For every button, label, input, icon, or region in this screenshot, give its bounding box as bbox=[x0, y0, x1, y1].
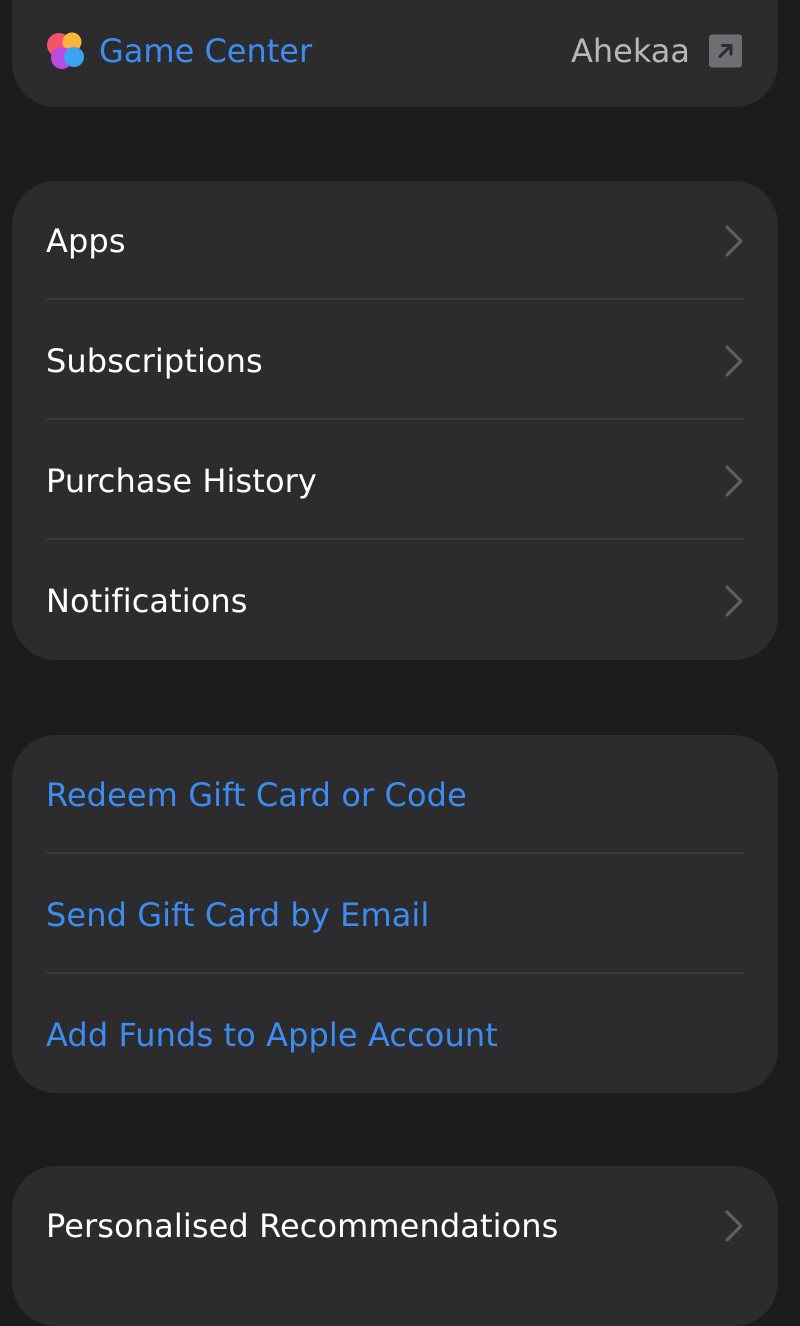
preferences-card: Personalised Recommendations bbox=[12, 1166, 778, 1326]
notifications-row[interactable]: Notifications bbox=[46, 541, 744, 660]
personalised-recommendations-row[interactable]: Personalised Recommendations bbox=[46, 1166, 744, 1286]
send-gift-card-label: Send Gift Card by Email bbox=[46, 896, 430, 934]
add-funds-button[interactable]: Add Funds to Apple Account bbox=[46, 975, 744, 1093]
chevron-right-icon bbox=[725, 1210, 743, 1242]
apps-label: Apps bbox=[46, 222, 126, 260]
subscriptions-row[interactable]: Subscriptions bbox=[46, 301, 744, 421]
divider bbox=[46, 972, 744, 974]
personalised-recommendations-label: Personalised Recommendations bbox=[46, 1207, 559, 1245]
game-center-card: Game Center Ahekaa bbox=[12, 0, 778, 107]
divider bbox=[46, 538, 744, 540]
subscriptions-label: Subscriptions bbox=[46, 342, 263, 380]
add-funds-label: Add Funds to Apple Account bbox=[46, 1016, 498, 1054]
game-center-title: Game Center bbox=[99, 32, 313, 70]
redeem-gift-card-label: Redeem Gift Card or Code bbox=[46, 776, 467, 814]
gift-card-section: Redeem Gift Card or Code Send Gift Card … bbox=[12, 735, 778, 1093]
purchase-history-label: Purchase History bbox=[46, 462, 317, 500]
game-center-row[interactable]: Game Center Ahekaa bbox=[45, 0, 742, 102]
divider bbox=[46, 852, 744, 854]
game-center-username: Ahekaa bbox=[570, 32, 690, 70]
redeem-gift-card-button[interactable]: Redeem Gift Card or Code bbox=[46, 735, 744, 855]
divider bbox=[46, 418, 744, 420]
send-gift-card-button[interactable]: Send Gift Card by Email bbox=[46, 855, 744, 975]
purchase-history-row[interactable]: Purchase History bbox=[46, 421, 744, 541]
notifications-label: Notifications bbox=[46, 582, 248, 620]
account-menu-card: Apps Subscriptions Purchase History Noti… bbox=[12, 181, 778, 660]
chevron-right-icon bbox=[725, 585, 743, 617]
external-link-icon bbox=[709, 34, 742, 68]
chevron-right-icon bbox=[725, 465, 743, 497]
game-center-icon bbox=[45, 30, 87, 72]
divider bbox=[46, 298, 744, 300]
chevron-right-icon bbox=[725, 345, 743, 377]
apps-row[interactable]: Apps bbox=[46, 181, 744, 301]
chevron-right-icon bbox=[725, 225, 743, 257]
